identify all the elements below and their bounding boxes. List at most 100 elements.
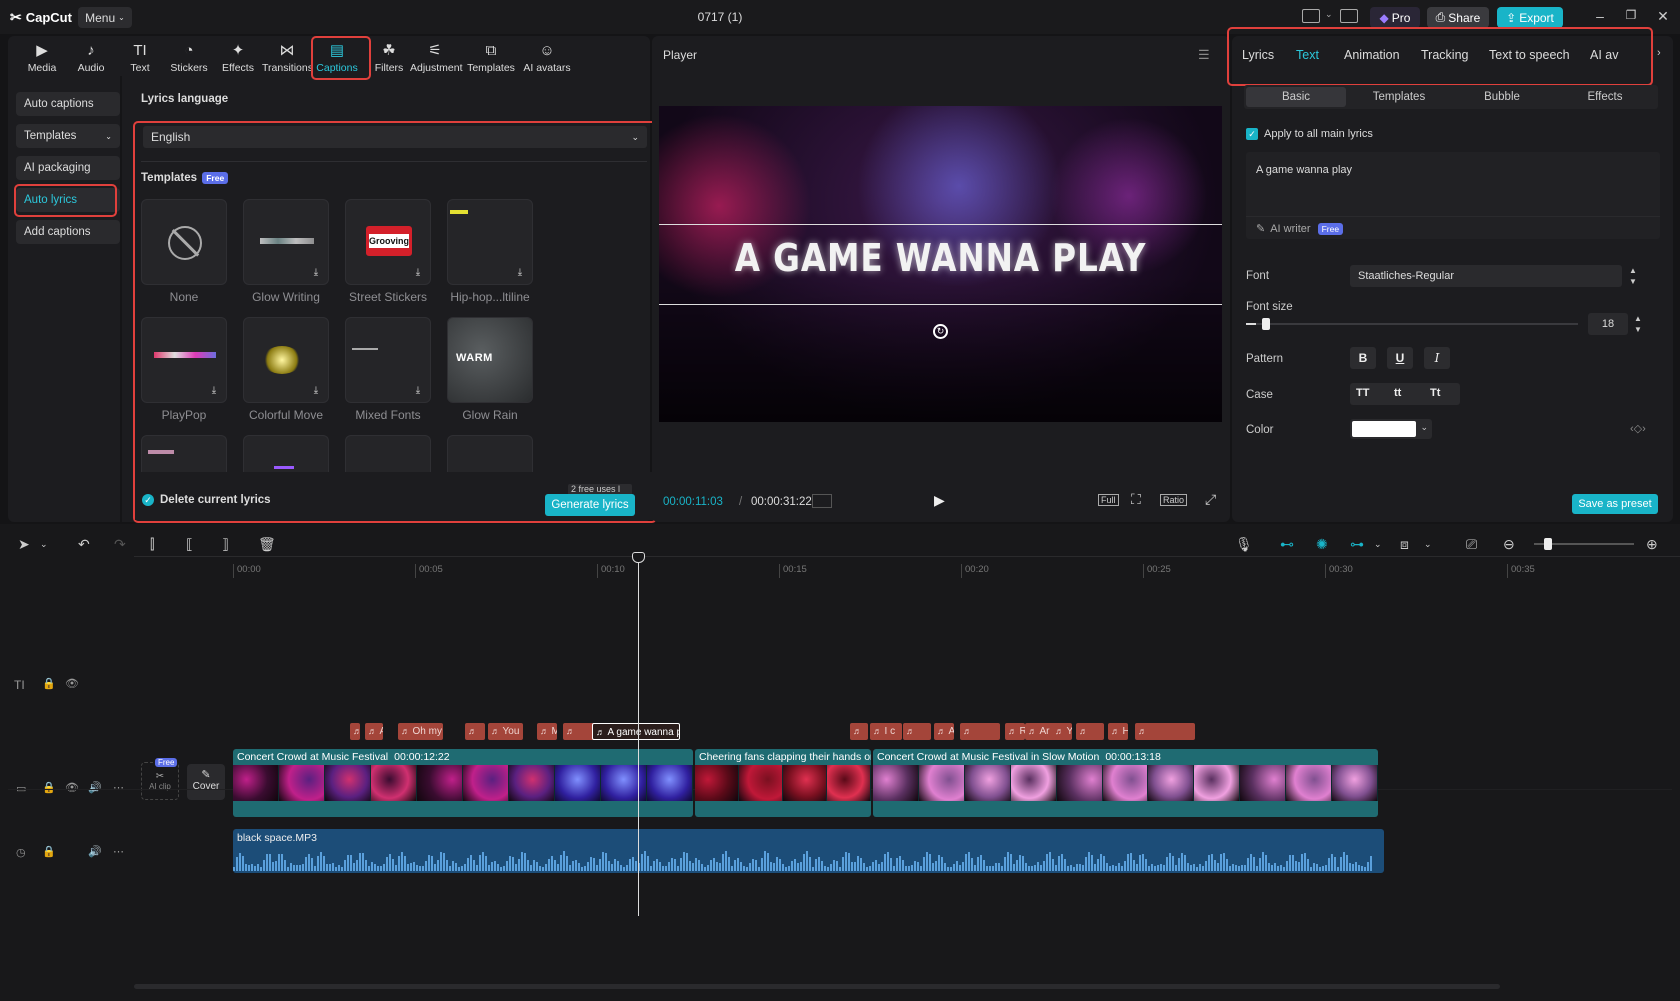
case-titlecase[interactable]: Tt [1430, 387, 1440, 399]
playhead-handle[interactable] [632, 552, 645, 563]
font-size-input[interactable]: 18 [1588, 313, 1628, 335]
pro-button[interactable]: ◆ Pro [1370, 7, 1420, 28]
lyrics-overlay-text[interactable]: A GAME WANNA PLAY [698, 236, 1182, 280]
playhead[interactable] [638, 554, 639, 916]
full-button[interactable]: Full [1098, 494, 1119, 506]
video-clip[interactable]: Concert Crowd at Music Festival in Slow … [873, 749, 1378, 817]
delete-lyrics-option[interactable]: ✓ Delete current lyrics [142, 494, 271, 506]
save-preset-button[interactable]: Save as preset [1572, 494, 1658, 514]
template-none[interactable] [141, 199, 227, 285]
keyboard-icon[interactable] [1340, 9, 1358, 23]
play-icon[interactable]: ▶ [934, 492, 945, 509]
caption-clip[interactable]: ♬ Rumo [1005, 723, 1025, 740]
eye-icon[interactable]: 👁 [65, 677, 79, 690]
template-card[interactable] [447, 435, 533, 473]
toolbar-effects[interactable]: ✦ Effects [213, 42, 263, 74]
toolbar-adjustment[interactable]: ⚟ Adjustment [410, 42, 463, 74]
template-card[interactable] [345, 435, 431, 473]
minimize-icon[interactable]: – [1591, 8, 1609, 24]
tab-tracking[interactable]: Tracking [1421, 48, 1468, 62]
slider-handle[interactable] [1261, 318, 1270, 330]
caption-clip[interactable]: ♬ Hey let [1108, 723, 1128, 740]
lock-icon[interactable]: 🔒 [42, 677, 56, 690]
toolbar-audio[interactable]: ♪ Audio [66, 42, 116, 74]
horizontal-scrollbar[interactable] [134, 984, 1500, 989]
sidebar-auto-lyrics[interactable]: Auto lyrics [16, 188, 120, 212]
caption-clip-selected[interactable]: ♬ A game wanna play [592, 723, 680, 740]
italic-button[interactable]: I [1424, 347, 1450, 369]
font-size-slider[interactable] [1246, 318, 1578, 330]
share-button[interactable]: ⎙ Share [1427, 7, 1489, 28]
download-icon[interactable]: ⤓ [310, 267, 322, 279]
template-hiphop-multiline[interactable]: ⤓ [447, 199, 533, 285]
case-lowercase[interactable]: tt [1394, 387, 1401, 399]
subtab-templates[interactable]: Templates [1349, 85, 1449, 109]
font-select[interactable]: Staatliches-Regular [1350, 265, 1622, 287]
caption-clip[interactable]: ♬ [960, 723, 1000, 740]
toolbar-templates[interactable]: ⧉ Templates [466, 42, 516, 74]
caption-clip[interactable]: ♬ [1076, 723, 1104, 740]
template-glow-writing[interactable]: ⤓ [243, 199, 329, 285]
export-button[interactable]: ⇪ Export [1497, 7, 1563, 28]
tab-ai-av[interactable]: AI av [1590, 48, 1619, 62]
template-card[interactable] [243, 435, 329, 473]
download-icon[interactable]: ⤓ [412, 267, 424, 279]
size-stepper-icon[interactable]: ▲ ▼ [1632, 313, 1644, 335]
volume-icon[interactable]: 🔊 [88, 781, 102, 794]
font-stepper-icon[interactable]: ▲ ▼ [1626, 265, 1640, 287]
sidebar-add-captions[interactable]: Add captions [16, 220, 120, 244]
tab-text-to-speech[interactable]: Text to speech [1489, 48, 1570, 62]
more-icon[interactable]: ⋯ [113, 781, 124, 794]
tab-animation[interactable]: Animation [1344, 48, 1400, 62]
template-mixed-fonts[interactable]: ⤓ [345, 317, 431, 403]
caption-clip[interactable]: ♬ My ne [537, 723, 557, 740]
caption-clip[interactable]: ♬ [350, 723, 360, 740]
audio-clip[interactable]: black space.MP3 [233, 829, 1384, 873]
apply-all-option[interactable]: ✓ Apply to all main lyrics [1246, 128, 1373, 140]
lock-icon[interactable]: 🔒 [42, 845, 56, 858]
video-clip[interactable]: Concert Crowd at Music Festival 00:00:12:… [233, 749, 693, 817]
download-icon[interactable]: ⤓ [208, 385, 220, 397]
subtab-basic[interactable]: Basic [1246, 87, 1346, 107]
download-icon[interactable]: ⤓ [412, 385, 424, 397]
caption-clip[interactable]: ♬ You [1052, 723, 1072, 740]
video-clip[interactable]: Cheering fans clapping their hands on t [695, 749, 871, 817]
restore-icon[interactable]: ❐ [1622, 8, 1640, 22]
checkbox-checked-icon[interactable]: ✓ [142, 494, 154, 506]
template-card[interactable] [141, 435, 227, 473]
toolbar-captions[interactable]: ▤ Captions [312, 42, 362, 74]
zoom-fit-icon[interactable]: ⛶ [1131, 491, 1141, 508]
caption-clip[interactable]: ♬ A [934, 723, 954, 740]
eye-icon[interactable]: 👁 [65, 781, 79, 794]
tab-lyrics[interactable]: Lyrics [1242, 48, 1274, 62]
checkbox-checked-icon[interactable]: ✓ [1246, 128, 1258, 140]
volume-icon[interactable]: 🔊 [88, 845, 102, 858]
template-colorful-move[interactable]: ⤓ [243, 317, 329, 403]
caption-clip[interactable]: ♬ [1135, 723, 1195, 740]
download-icon[interactable]: ⤓ [514, 267, 526, 279]
toolbar-transitions[interactable]: ⋈ Transitions [262, 42, 313, 74]
generate-lyrics-button[interactable]: Generate lyrics [545, 494, 635, 516]
caption-clip[interactable]: ♬ Oh my g [398, 723, 443, 740]
caption-clip[interactable]: ♬ [903, 723, 931, 740]
template-street-stickers[interactable]: Grooving ⤓ [345, 199, 431, 285]
download-icon[interactable]: ⤓ [310, 385, 322, 397]
template-glow-rain[interactable]: WARM [447, 317, 533, 403]
toolbar-filters[interactable]: ☘ Filters [364, 42, 414, 74]
language-select[interactable]: English ⌄ [143, 126, 647, 148]
chevron-down-icon[interactable]: ⌄ [1325, 9, 1333, 20]
caption-clip[interactable]: ♬ [850, 723, 868, 740]
menu-button[interactable]: Menu ⌄ [78, 7, 132, 28]
toolbar-stickers[interactable]: ◔ Stickers [164, 42, 214, 74]
ratio-button[interactable]: Ratio [1160, 494, 1188, 506]
case-uppercase[interactable]: TT [1356, 387, 1369, 399]
caption-clip[interactable]: ♬ You [488, 723, 523, 740]
ai-writer-button[interactable]: ✎ AI writer Free [1246, 216, 1660, 240]
underline-button[interactable]: U [1387, 347, 1413, 369]
keyframe-icon[interactable]: ‹◇› [1630, 422, 1646, 435]
close-icon[interactable]: ✕ [1654, 8, 1672, 25]
caption-clip[interactable]: ♬ A [365, 723, 383, 740]
sidebar-auto-captions[interactable]: Auto captions [16, 92, 120, 116]
tab-text[interactable]: Text [1296, 48, 1319, 62]
chevron-right-icon[interactable]: › [1657, 47, 1661, 59]
